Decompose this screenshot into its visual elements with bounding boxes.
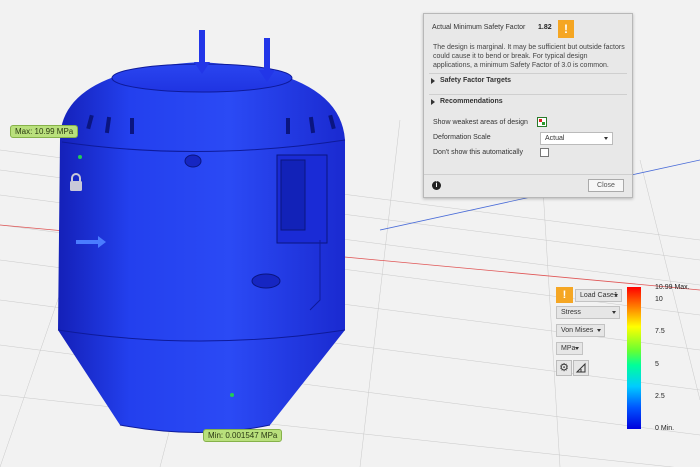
info-icon[interactable]: i: [432, 181, 441, 190]
gear-icon[interactable]: ⚙: [556, 360, 572, 376]
min-probe-label[interactable]: Min: 0.001547 MPa: [203, 429, 283, 442]
result-type-select[interactable]: Stress: [556, 306, 620, 319]
dont-show-label: Don't show this automatically: [433, 149, 524, 156]
component-select[interactable]: Von Mises: [556, 324, 605, 337]
units-select[interactable]: MPa: [556, 342, 583, 355]
safety-factor-header: Actual Minimum Safety Factor 1.82 !: [430, 20, 626, 38]
load-case-select[interactable]: Load Case1: [575, 289, 622, 302]
show-weakest-row: Show weakest areas of design: [433, 117, 623, 129]
section-safety-factor-targets[interactable]: Safety Factor Targets: [429, 73, 627, 88]
scale-tick-7-5: 7.5: [655, 328, 665, 335]
tank-model: [57, 62, 346, 433]
color-scale-bar: [627, 287, 641, 429]
max-probe-label[interactable]: Max: 10.99 MPa: [10, 125, 79, 138]
weak-areas-icon[interactable]: [537, 117, 547, 127]
safety-factor-description: The design is marginal. It may be suffic…: [433, 44, 625, 69]
safety-factor-value: 1.82: [538, 24, 552, 31]
chevron-down-icon: [604, 137, 608, 140]
show-weakest-label: Show weakest areas of design: [433, 119, 528, 126]
close-button[interactable]: Close: [588, 179, 624, 192]
warning-icon[interactable]: !: [556, 287, 573, 303]
deformation-scale-row: Deformation Scale Actual: [433, 132, 623, 145]
panel-footer: i Close: [424, 174, 632, 197]
probe-icon[interactable]: [573, 360, 589, 376]
scale-tick-5: 5: [655, 361, 659, 368]
component-value: Von Mises: [561, 327, 594, 334]
section-title: Recommendations: [440, 98, 503, 105]
units-value: MPa: [561, 345, 576, 352]
deformation-scale-value: Actual: [545, 135, 565, 142]
safety-factor-label: Actual Minimum Safety Factor: [432, 24, 526, 31]
section-recommendations[interactable]: Recommendations: [429, 94, 627, 109]
expand-triangle-icon: [431, 78, 435, 84]
chevron-down-icon: [575, 347, 579, 350]
warning-icon: !: [558, 20, 574, 38]
result-type-value: Stress: [561, 309, 581, 316]
scale-min-label: 0 Min.: [655, 425, 675, 432]
section-title: Safety Factor Targets: [440, 77, 512, 84]
lock-icon[interactable]: [68, 172, 84, 192]
deformation-label: Deformation Scale: [433, 134, 491, 141]
safety-factor-panel: Actual Minimum Safety Factor 1.82 ! The …: [423, 13, 633, 198]
chevron-down-icon: [614, 294, 618, 297]
chevron-down-icon: [612, 311, 616, 314]
scale-tick-2-5: 2.5: [655, 393, 665, 400]
deformation-scale-select[interactable]: Actual: [540, 132, 613, 145]
load-case-value: Load Case1: [580, 292, 618, 299]
scale-tick-10: 10: [655, 296, 663, 303]
dont-show-row: Don't show this automatically: [433, 147, 623, 159]
scale-max-label: 10.99 Max.: [655, 284, 690, 291]
expand-triangle-icon: [431, 99, 435, 105]
chevron-down-icon: [597, 329, 601, 332]
dont-show-checkbox[interactable]: [540, 148, 549, 157]
